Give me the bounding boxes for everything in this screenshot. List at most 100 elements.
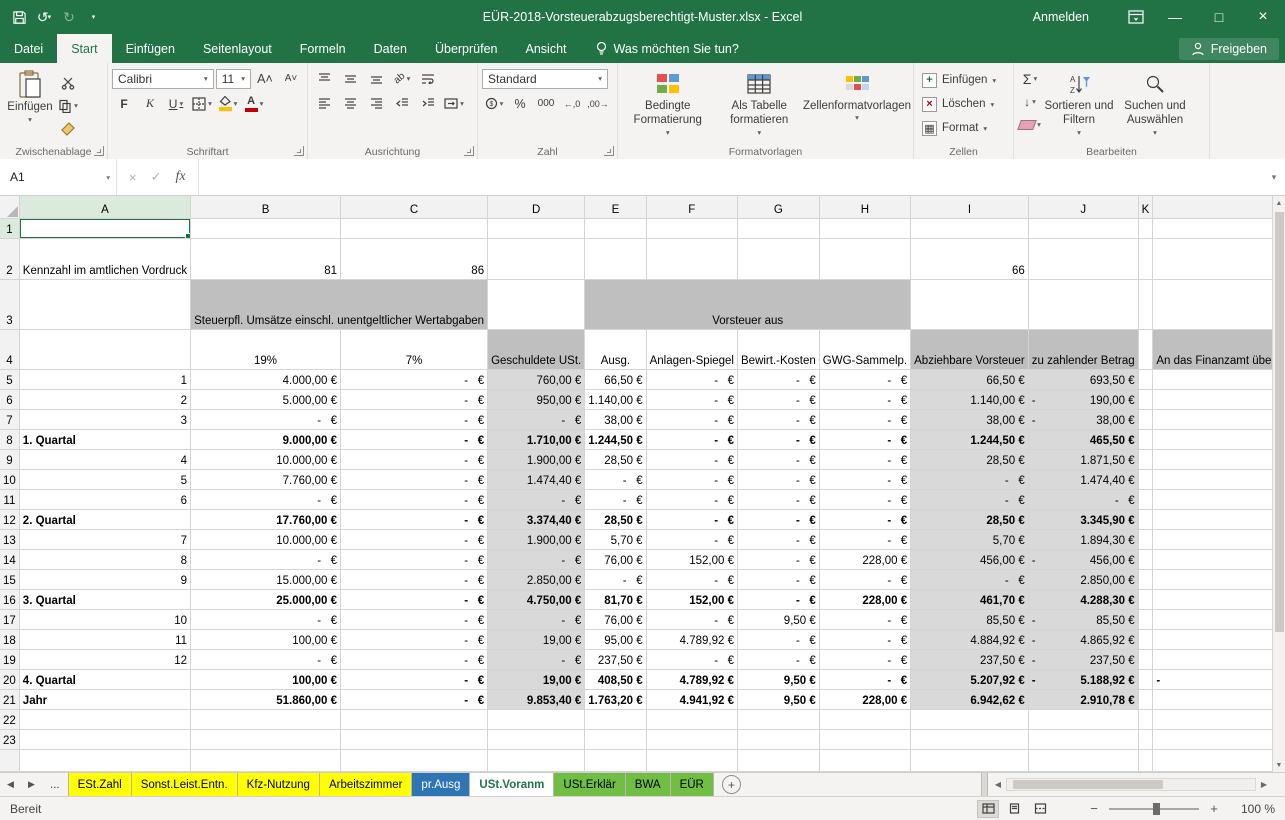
cell-A20[interactable]: 4. Quartal	[19, 669, 190, 689]
ribbon-tab-einfügen[interactable]: Einfügen	[112, 34, 189, 63]
confirm-entry-icon[interactable]: ✓	[151, 169, 162, 185]
number-format-select[interactable]: Standard ▾	[482, 69, 608, 89]
cell-D10[interactable]: 1.474,40 €	[488, 469, 585, 489]
format-cells-button[interactable]: ▦ Format ▾	[918, 116, 1009, 140]
cell-H18[interactable]: - €	[819, 629, 910, 649]
row-header-14[interactable]: 14	[0, 549, 19, 569]
row-header-20[interactable]: 20	[0, 669, 19, 689]
cell-I23[interactable]	[911, 729, 1029, 749]
cell-K15[interactable]	[1138, 569, 1153, 589]
cell-H11[interactable]: - €	[819, 489, 910, 509]
cell-F14[interactable]: 152,00 €	[646, 549, 737, 569]
italic-button[interactable]: K	[138, 93, 162, 114]
cell-H8[interactable]: - €	[819, 429, 910, 449]
cell-H5[interactable]: - €	[819, 369, 910, 389]
redo-button[interactable]: ↻	[58, 5, 80, 29]
cell-D20[interactable]: 19,00 €	[488, 669, 585, 689]
cell-B10[interactable]: 7.760,00 €	[191, 469, 341, 489]
cell-K3[interactable]	[1138, 279, 1153, 329]
cell-H15[interactable]: - €	[819, 569, 910, 589]
cell-F5[interactable]: - €	[646, 369, 737, 389]
cell-H22[interactable]	[819, 709, 910, 729]
cell-B12[interactable]: 17.760,00 €	[191, 509, 341, 529]
cell-L22[interactable]	[1153, 709, 1285, 729]
ribbon-tab-daten[interactable]: Daten	[360, 34, 421, 63]
cell-H9[interactable]: - €	[819, 449, 910, 469]
col-header-A[interactable]: A	[19, 196, 190, 218]
cell-I22[interactable]	[911, 709, 1029, 729]
cell-styles-button[interactable]: Zellenformatvorlagen ▾	[805, 66, 909, 144]
increase-indent-button[interactable]	[416, 93, 440, 114]
close-button[interactable]: ×	[1241, 0, 1285, 34]
cell-D23[interactable]	[488, 729, 585, 749]
cell-F20[interactable]: 4.789,92 €	[646, 669, 737, 689]
cell-B18[interactable]: 100,00 €	[191, 629, 341, 649]
cell-E16[interactable]: 81,70 €	[585, 589, 646, 609]
decrease-decimal-button[interactable]: ,00→	[586, 93, 610, 114]
cell-J11[interactable]: - €	[1028, 489, 1138, 509]
cell-J9[interactable]: 1.871,50 €	[1028, 449, 1138, 469]
name-box[interactable]: A1 ▾	[0, 159, 117, 195]
cell-A8[interactable]: 1. Quartal	[19, 429, 190, 449]
cell-K5[interactable]	[1138, 369, 1153, 389]
cell-A4[interactable]	[19, 329, 190, 369]
align-top-button[interactable]	[312, 68, 336, 89]
cell-J6[interactable]: -190,00 €	[1028, 389, 1138, 409]
cell-B7[interactable]: - €	[191, 409, 341, 429]
row-header-7[interactable]: 7	[0, 409, 19, 429]
cell-D6[interactable]: 950,00 €	[488, 389, 585, 409]
cell-A16[interactable]: 3. Quartal	[19, 589, 190, 609]
cell-A18[interactable]: 11	[19, 629, 190, 649]
cell-B8[interactable]: 9.000,00 €	[191, 429, 341, 449]
cell-E7[interactable]: 38,00 €	[585, 409, 646, 429]
cell-B13[interactable]: 10.000,00 €	[191, 529, 341, 549]
cell-F22[interactable]	[646, 709, 737, 729]
cell-C23[interactable]	[341, 729, 488, 749]
cell-A1[interactable]	[19, 218, 190, 238]
undo-button[interactable]: ↺▾	[33, 5, 55, 29]
cell-C13[interactable]: - €	[341, 529, 488, 549]
cell-K13[interactable]	[1138, 529, 1153, 549]
cell-F17[interactable]: - €	[646, 609, 737, 629]
cell-A3[interactable]	[19, 279, 190, 329]
tell-me-box[interactable]: Was möchten Sie tun?	[585, 34, 749, 63]
cell-H20[interactable]: - €	[819, 669, 910, 689]
col-header-L[interactable]: L	[1153, 196, 1285, 218]
cell-G9[interactable]: - €	[738, 449, 820, 469]
cell-K24[interactable]	[1138, 749, 1153, 771]
add-sheet-button[interactable]: +	[722, 775, 741, 794]
cell-C24[interactable]	[341, 749, 488, 771]
cell-C22[interactable]	[341, 709, 488, 729]
cell-D9[interactable]: 1.900,00 €	[488, 449, 585, 469]
zoom-slider-thumb[interactable]	[1153, 803, 1160, 815]
cell-J1[interactable]	[1028, 218, 1138, 238]
cell-D7[interactable]: - €	[488, 409, 585, 429]
cell-I14[interactable]: 456,00 €	[911, 549, 1029, 569]
cell-A14[interactable]: 8	[19, 549, 190, 569]
cell-G4[interactable]: Bewirt.-Kosten	[738, 329, 820, 369]
row-header-12[interactable]: 12	[0, 509, 19, 529]
cell-J18[interactable]: -4.865,92 €	[1028, 629, 1138, 649]
clear-button[interactable]: ▾	[1018, 114, 1042, 135]
share-button[interactable]: Freigeben	[1179, 38, 1279, 60]
cell-L14[interactable]	[1153, 549, 1285, 569]
cell-H13[interactable]: - €	[819, 529, 910, 549]
row-header-23[interactable]: 23	[0, 729, 19, 749]
cell-H2[interactable]	[819, 238, 910, 279]
cell-H19[interactable]: - €	[819, 649, 910, 669]
cell-I15[interactable]: - €	[911, 569, 1029, 589]
row-header-22[interactable]: 22	[0, 709, 19, 729]
scroll-up-icon[interactable]: ▲	[1273, 196, 1285, 210]
cell-G10[interactable]: - €	[738, 469, 820, 489]
cell-D16[interactable]: 4.750,00 €	[488, 589, 585, 609]
cell-D11[interactable]: - €	[488, 489, 585, 509]
row-header-13[interactable]: 13	[0, 529, 19, 549]
cell-A12[interactable]: 2. Quartal	[19, 509, 190, 529]
cell-E2[interactable]	[585, 238, 646, 279]
cell-D1[interactable]	[488, 218, 585, 238]
font-dialog-launcher[interactable]	[294, 146, 304, 156]
cell-I17[interactable]: 85,50 €	[911, 609, 1029, 629]
cell-K8[interactable]	[1138, 429, 1153, 449]
cell-K2[interactable]	[1138, 238, 1153, 279]
cell-H21[interactable]: 228,00 €	[819, 689, 910, 709]
